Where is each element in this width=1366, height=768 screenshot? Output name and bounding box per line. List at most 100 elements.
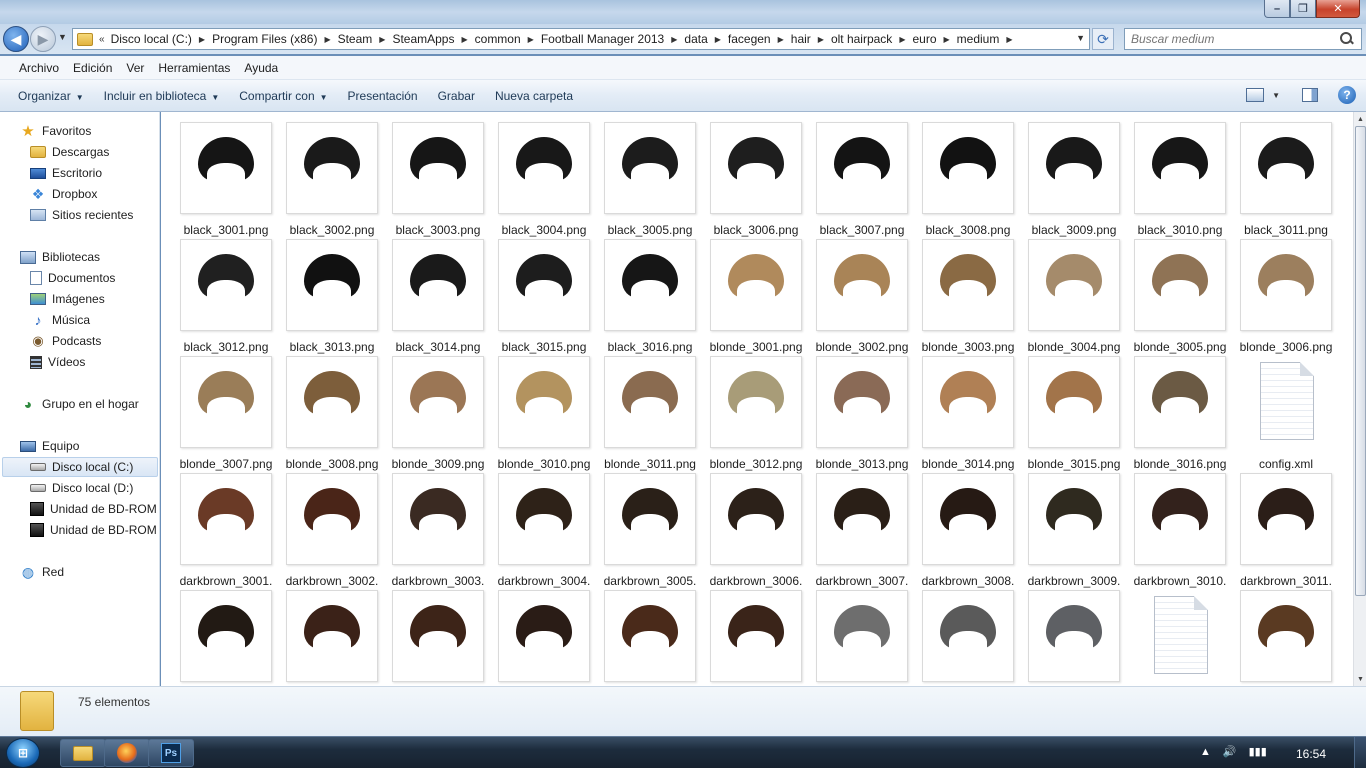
breadcrumb-item[interactable]: Disco local (C:) — [111, 32, 192, 46]
chevron-right-icon[interactable]: ▶ — [528, 35, 534, 44]
nav-item[interactable]: Disco local (D:) — [30, 478, 133, 498]
nav-item[interactable]: Sitios recientes — [30, 205, 133, 225]
breadcrumb-item[interactable]: SteamApps — [392, 32, 454, 46]
scroll-thumb[interactable] — [1355, 126, 1366, 596]
file-item[interactable]: blonde_3011.png — [592, 356, 698, 471]
file-item[interactable]: black_3013.png — [274, 239, 380, 354]
file-item[interactable]: darkbrown_3011. png — [1228, 473, 1334, 604]
file-item[interactable]: blonde_3003.png — [910, 239, 1016, 354]
file-item[interactable]: darkbrown_3010. png — [1122, 473, 1228, 604]
file-item[interactable]: darkbrown_3003. png — [380, 473, 486, 604]
file-item[interactable]: black_3015.png — [486, 239, 592, 354]
breadcrumb-item[interactable]: olt hairpack — [831, 32, 892, 46]
nav-group-0[interactable]: ★ Favoritos — [20, 121, 91, 141]
maximize-button[interactable]: ❐ — [1290, 0, 1316, 18]
file-item[interactable]: config.xml — [1228, 356, 1334, 471]
clock[interactable]: 16:54 — [1296, 747, 1326, 761]
recent-pages-dropdown[interactable]: ▼ — [58, 32, 67, 42]
chevron-right-icon[interactable]: ▶ — [671, 35, 677, 44]
breadcrumb-item[interactable]: Program Files (x86) — [212, 32, 317, 46]
change-view-icon[interactable] — [1246, 88, 1265, 102]
preview-pane-icon[interactable] — [1302, 88, 1318, 102]
file-item[interactable] — [1016, 590, 1122, 686]
file-item[interactable]: black_3012.png — [168, 239, 274, 354]
file-item[interactable]: blonde_3002.png — [804, 239, 910, 354]
chevron-right-icon[interactable]: ▶ — [715, 35, 721, 44]
command-button[interactable]: Organizar ▼ — [12, 89, 90, 103]
nav-item[interactable]: Imágenes — [30, 289, 105, 309]
file-item[interactable] — [380, 590, 486, 686]
file-item[interactable]: blonde_3012.png — [698, 356, 804, 471]
file-item[interactable]: black_3016.png — [592, 239, 698, 354]
close-button[interactable]: ✕ — [1316, 0, 1360, 18]
file-item[interactable]: blonde_3015.png — [1016, 356, 1122, 471]
file-item[interactable]: blonde_3004.png — [1016, 239, 1122, 354]
file-item[interactable]: darkbrown_3005. png — [592, 473, 698, 604]
nav-item[interactable]: Escritorio — [30, 163, 102, 183]
chevron-right-icon[interactable]: ▶ — [1006, 35, 1012, 44]
nav-item[interactable]: Unidad de BD-ROM — [30, 499, 157, 519]
taskbar-photoshop[interactable]: Ps — [148, 739, 194, 767]
chevron-right-icon[interactable]: ▶ — [818, 35, 824, 44]
file-item[interactable] — [1228, 590, 1334, 686]
nav-item[interactable]: Vídeos — [30, 352, 85, 372]
file-item[interactable]: blonde_3009.png — [380, 356, 486, 471]
menu-3[interactable]: Herramientas — [151, 61, 237, 75]
breadcrumb-item[interactable]: facegen — [728, 32, 771, 46]
breadcrumb-item[interactable]: data — [684, 32, 707, 46]
nav-group-1[interactable]: Bibliotecas — [20, 247, 100, 267]
file-item[interactable]: blonde_3001.png — [698, 239, 804, 354]
file-item[interactable]: black_3001.png — [168, 122, 274, 237]
file-item[interactable]: black_3011.png — [1228, 122, 1334, 237]
nav-item[interactable]: ❖ Dropbox — [30, 184, 98, 204]
file-item[interactable] — [486, 590, 592, 686]
vertical-scrollbar[interactable]: ▲ ▼ — [1353, 112, 1366, 686]
breadcrumb-item[interactable]: hair — [791, 32, 811, 46]
minimize-button[interactable]: – — [1264, 0, 1290, 18]
file-item[interactable]: black_3007.png — [804, 122, 910, 237]
chevron-right-icon[interactable]: ▶ — [778, 35, 784, 44]
nav-item[interactable]: Descargas — [30, 142, 109, 162]
volume-icon[interactable]: 🔊 — [1223, 745, 1237, 758]
file-item[interactable]: darkbrown_3009. png — [1016, 473, 1122, 604]
file-item[interactable] — [274, 590, 380, 686]
file-item[interactable]: blonde_3006.png — [1228, 239, 1334, 354]
file-item[interactable]: black_3008.png — [910, 122, 1016, 237]
chevron-right-icon[interactable]: ▶ — [199, 35, 205, 44]
file-item[interactable]: black_3005.png — [592, 122, 698, 237]
taskbar-explorer[interactable] — [60, 739, 106, 767]
file-item[interactable]: black_3014.png — [380, 239, 486, 354]
chevron-right-icon[interactable]: ▶ — [461, 35, 467, 44]
file-item[interactable]: darkbrown_3008. png — [910, 473, 1016, 604]
scroll-up-button[interactable]: ▲ — [1354, 112, 1366, 126]
nav-item[interactable]: ◉ Podcasts — [30, 331, 101, 351]
file-item[interactable]: blonde_3016.png — [1122, 356, 1228, 471]
menu-4[interactable]: Ayuda — [237, 61, 285, 75]
command-button[interactable]: Incluir en biblioteca ▼ — [98, 89, 226, 103]
start-button[interactable]: ⊞ — [6, 738, 40, 768]
command-button[interactable]: Grabar — [432, 89, 481, 103]
file-item[interactable]: blonde_3010.png — [486, 356, 592, 471]
file-item[interactable]: black_3003.png — [380, 122, 486, 237]
file-item[interactable] — [698, 590, 804, 686]
chevron-right-icon[interactable]: ▶ — [324, 35, 330, 44]
show-hidden-icons-icon[interactable]: ▲ — [1200, 746, 1211, 758]
file-item[interactable] — [804, 590, 910, 686]
show-desktop-button[interactable] — [1354, 737, 1366, 768]
file-item[interactable] — [592, 590, 698, 686]
menu-2[interactable]: Ver — [119, 61, 151, 75]
chevron-right-icon[interactable]: ▶ — [944, 35, 950, 44]
menu-1[interactable]: Edición — [66, 61, 119, 75]
file-item[interactable] — [168, 590, 274, 686]
file-item[interactable]: black_3002.png — [274, 122, 380, 237]
nav-item[interactable]: ♪ Música — [30, 310, 91, 330]
command-button[interactable]: Compartir con ▼ — [233, 89, 333, 103]
file-item[interactable]: black_3004.png — [486, 122, 592, 237]
taskbar-firefox[interactable] — [104, 739, 150, 767]
nav-item[interactable]: Documentos — [30, 268, 115, 288]
breadcrumb-item[interactable]: Steam — [338, 32, 373, 46]
chevron-right-icon[interactable]: ▶ — [899, 35, 905, 44]
breadcrumb-item[interactable]: common — [475, 32, 521, 46]
address-history-dropdown[interactable]: ▼ — [1076, 33, 1085, 43]
network-signal-icon[interactable]: ▮▮▮ — [1249, 745, 1267, 758]
